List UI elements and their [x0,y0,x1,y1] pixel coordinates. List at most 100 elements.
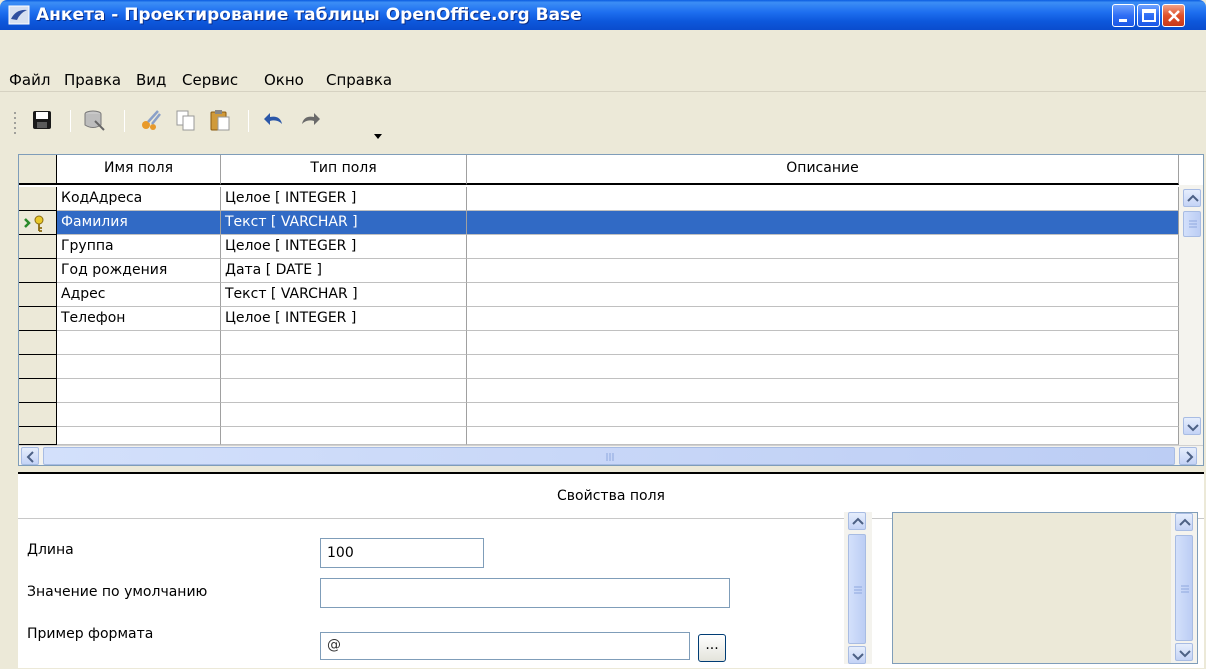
field-description-cell[interactable] [467,355,1179,379]
table-row-empty[interactable] [19,403,1179,427]
field-description-cell[interactable] [467,259,1179,283]
minimize-icon [1119,19,1127,22]
menu-window[interactable]: Окно [264,71,304,89]
menu-help[interactable]: Справка [326,71,392,89]
field-description-cell[interactable] [467,379,1179,403]
field-type-cell[interactable]: Целое [ INTEGER ] [221,307,467,331]
row-selector[interactable] [19,211,57,235]
field-description-cell[interactable] [467,235,1179,259]
scroll-down-button[interactable] [1175,643,1193,661]
field-name-cell[interactable]: КодАдреса [57,187,221,211]
undo-icon[interactable] [262,108,286,132]
field-type-cell[interactable]: Текст [ VARCHAR ] [221,211,467,235]
field-description-cell[interactable] [467,283,1179,307]
scroll-thumb[interactable] [1175,535,1193,641]
scroll-thumb[interactable] [848,534,866,644]
row-selector[interactable] [19,403,57,427]
field-name-cell[interactable]: Адрес [57,283,221,307]
title-bar[interactable]: Анкета - Проектирование таблицы OpenOffi… [0,0,1206,30]
field-name-cell[interactable] [57,355,221,379]
copy-icon[interactable] [174,108,198,132]
field-description-cell[interactable] [467,307,1179,331]
field-type-cell[interactable] [221,427,467,445]
field-description-cell[interactable] [467,187,1179,211]
field-name-cell[interactable] [57,379,221,403]
row-selector[interactable] [19,379,57,403]
row-selector[interactable] [19,283,57,307]
length-input[interactable]: 100 [320,538,484,568]
field-name-cell[interactable] [57,427,221,445]
column-header-name[interactable]: Имя поля [57,155,221,185]
vertical-scrollbar[interactable] [1179,185,1203,449]
field-name-cell[interactable] [57,403,221,427]
scroll-thumb[interactable] [43,447,1175,465]
format-example-input[interactable]: @ [320,632,690,660]
field-description-cell[interactable] [467,211,1179,235]
scroll-up-button[interactable] [1183,189,1201,207]
table-row[interactable]: Группа Целое [ INTEGER ] [19,235,1179,259]
table-row[interactable]: КодАдреса Целое [ INTEGER ] [19,187,1179,211]
row-selector[interactable] [19,331,57,355]
menu-tools[interactable]: Сервис [182,71,238,89]
redo-icon[interactable] [298,108,322,132]
default-value-input[interactable] [320,578,730,608]
row-selector[interactable] [19,427,57,445]
openoffice-icon [8,5,30,25]
help-scrollbar[interactable] [1171,513,1197,663]
minimize-button[interactable] [1112,4,1135,27]
row-selector[interactable] [19,235,57,259]
field-type-cell[interactable]: Целое [ INTEGER ] [221,187,467,211]
table-row-empty[interactable] [19,427,1179,445]
column-header-type[interactable]: Тип поля [221,155,467,185]
paste-icon[interactable] [208,108,232,132]
format-button[interactable]: ... [698,634,726,662]
field-type-cell[interactable] [221,403,467,427]
properties-scrollbar[interactable] [844,512,872,664]
dropdown-arrow-icon[interactable] [370,112,386,142]
table-row[interactable]: Телефон Целое [ INTEGER ] [19,307,1179,331]
toolbar-separator [124,110,125,132]
row-selector[interactable] [19,187,57,211]
scroll-right-button[interactable] [1179,447,1197,465]
field-type-cell[interactable] [221,355,467,379]
row-selector[interactable] [19,259,57,283]
field-type-cell[interactable]: Дата [ DATE ] [221,259,467,283]
table-row-empty[interactable] [19,379,1179,403]
scroll-thumb[interactable] [1183,211,1201,237]
field-name-cell[interactable]: Группа [57,235,221,259]
field-name-cell[interactable]: Фамилия [57,211,221,235]
table-row-empty[interactable] [19,331,1179,355]
field-name-cell[interactable] [57,331,221,355]
row-selector[interactable] [19,355,57,379]
table-row-empty[interactable] [19,355,1179,379]
row-selector[interactable] [19,307,57,331]
field-name-cell[interactable]: Год рождения [57,259,221,283]
scroll-up-button[interactable] [1175,513,1193,531]
close-button[interactable] [1162,4,1185,27]
scroll-left-button[interactable] [21,447,39,465]
field-type-cell[interactable] [221,379,467,403]
scroll-down-button[interactable] [848,646,866,664]
scroll-up-button[interactable] [848,512,866,530]
menu-file[interactable]: Файл [9,71,50,89]
field-description-cell[interactable] [467,331,1179,355]
field-description-cell[interactable] [467,403,1179,427]
cut-icon[interactable] [140,108,164,132]
table-row[interactable]: Адрес Текст [ VARCHAR ] [19,283,1179,307]
column-header-description[interactable]: Описание [467,155,1179,185]
field-name-cell[interactable]: Телефон [57,307,221,331]
table-row[interactable]: Фамилия Текст [ VARCHAR ] [19,211,1179,235]
field-type-cell[interactable]: Текст [ VARCHAR ] [221,283,467,307]
horizontal-scrollbar[interactable] [19,445,1203,465]
menu-view[interactable]: Вид [136,71,166,89]
field-description-cell[interactable] [467,427,1179,445]
database-icon[interactable] [82,108,106,132]
toolbar-grip-icon[interactable] [12,110,18,134]
table-row[interactable]: Год рождения Дата [ DATE ] [19,259,1179,283]
field-type-cell[interactable]: Целое [ INTEGER ] [221,235,467,259]
save-icon[interactable] [30,108,54,132]
maximize-button[interactable] [1137,4,1160,27]
field-type-cell[interactable] [221,331,467,355]
menu-edit[interactable]: Правка [64,71,121,89]
scroll-down-button[interactable] [1183,417,1201,435]
